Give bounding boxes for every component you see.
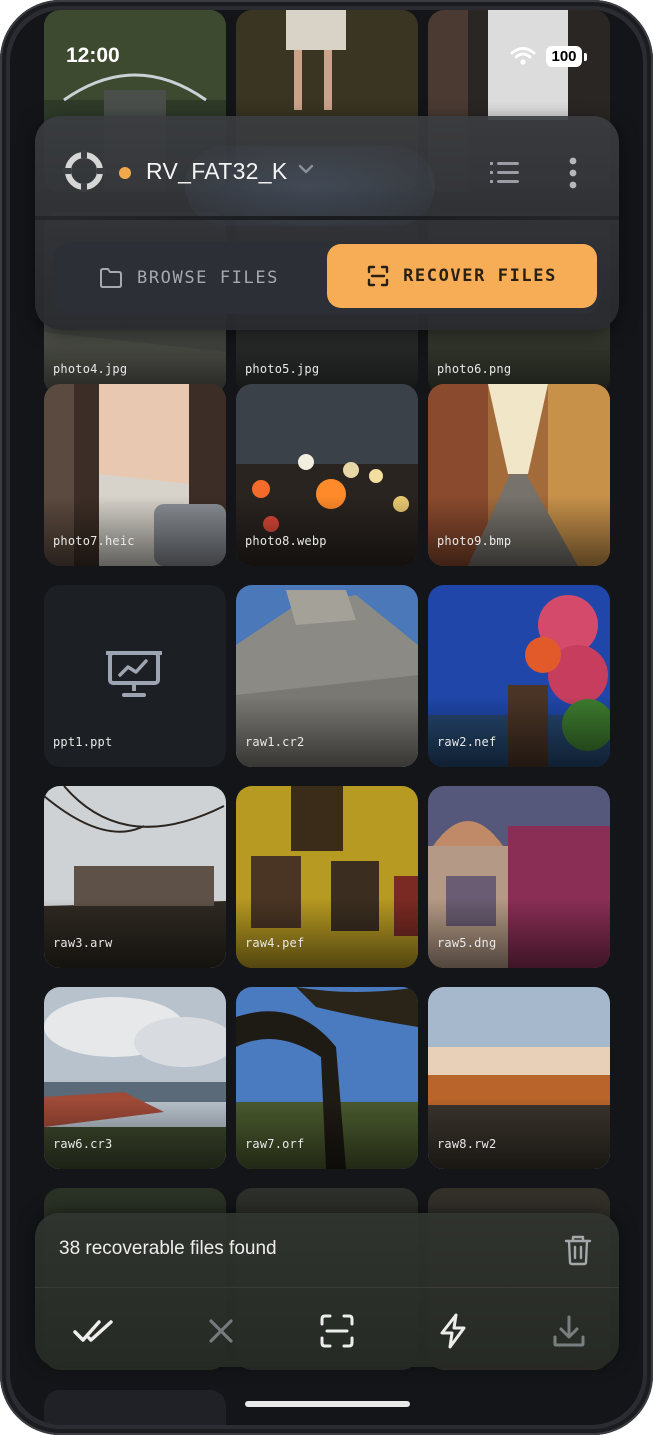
download-button[interactable] [547,1309,591,1353]
scan-icon [320,1314,354,1348]
scan-button[interactable] [315,1309,359,1353]
download-icon [553,1315,585,1347]
app-logo-icon [63,150,105,192]
device-frame: photo4.jpg photo5.jpg photo6.png photo7.… [0,0,653,1435]
select-all-icon [73,1320,113,1342]
file-name: photo9.bmp [437,534,512,548]
file-name: ppt1.ppt [53,735,113,749]
drive-selector[interactable]: RV_FAT32_K [146,158,288,185]
more-options-icon[interactable] [568,156,578,190]
deselect-button[interactable] [199,1309,243,1353]
status-time: 12:00 [66,44,120,67]
recoverable-count: 38 recoverable files found [59,1238,277,1259]
file-name: photo4.jpg [53,362,128,376]
file-tile[interactable]: raw6.cr3 [44,987,226,1169]
file-name: raw2.nef [437,735,497,749]
file-tile[interactable]: raw4.pef [236,786,418,968]
file-name: photo8.webp [245,534,327,548]
file-tile[interactable]: raw2.nef [428,585,610,767]
wifi-icon [510,47,536,65]
folder-icon [99,268,122,288]
tab-browse-files[interactable]: BROWSE FILES [53,242,325,314]
chevron-down-icon[interactable] [297,163,315,175]
scan-icon [367,265,389,287]
drive-status-dot [119,167,131,179]
trash-icon[interactable] [563,1234,593,1266]
file-tile[interactable]: raw5.dng [428,786,610,968]
file-name: raw5.dng [437,936,497,950]
file-name: photo6.png [437,362,512,376]
recovery-action-bar: 38 recoverable files found [35,1213,619,1367]
mode-tabs: BROWSE FILES RECOVER FILES [53,242,601,314]
file-tile[interactable]: ppt1.ppt [44,585,226,767]
battery-indicator: 100 [546,46,582,67]
file-tile[interactable]: raw7.orf [236,987,418,1169]
screen: photo4.jpg photo5.jpg photo6.png photo7.… [10,10,643,1425]
tab-label: RECOVER FILES [403,266,557,286]
file-name: raw8.rw2 [437,1137,497,1151]
battery-tip [584,53,587,61]
file-name: raw6.cr3 [53,1137,113,1151]
tab-recover-files[interactable]: RECOVER FILES [327,244,597,308]
home-indicator[interactable] [245,1401,410,1407]
file-name: raw3.arw [53,936,113,950]
close-icon [209,1319,233,1343]
status-bar: 12:00 100 [10,10,643,100]
header-divider [35,216,619,220]
file-name: raw4.pef [245,936,305,950]
drive-header: RV_FAT32_K BROWSE FILES RECOVER FILES [35,116,619,330]
file-name: photo5.jpg [245,362,320,376]
bar-divider [35,1287,619,1288]
file-name: photo7.heic [53,534,135,548]
file-name: raw1.cr2 [245,735,305,749]
file-tile[interactable]: photo8.webp [236,384,418,566]
tab-label: BROWSE FILES [136,268,280,288]
file-tile-peek [44,1390,226,1425]
file-tile[interactable]: raw8.rw2 [428,987,610,1169]
file-tile[interactable]: raw1.cr2 [236,585,418,767]
presentation-icon [106,651,162,697]
bolt-icon [440,1313,466,1349]
list-view-icon[interactable] [490,160,520,186]
file-name: raw7.orf [245,1137,305,1151]
file-tile[interactable]: photo9.bmp [428,384,610,566]
select-all-button[interactable] [73,1309,117,1353]
quick-recover-button[interactable] [431,1309,475,1353]
file-tile[interactable]: photo7.heic [44,384,226,566]
file-tile[interactable]: raw3.arw [44,786,226,968]
